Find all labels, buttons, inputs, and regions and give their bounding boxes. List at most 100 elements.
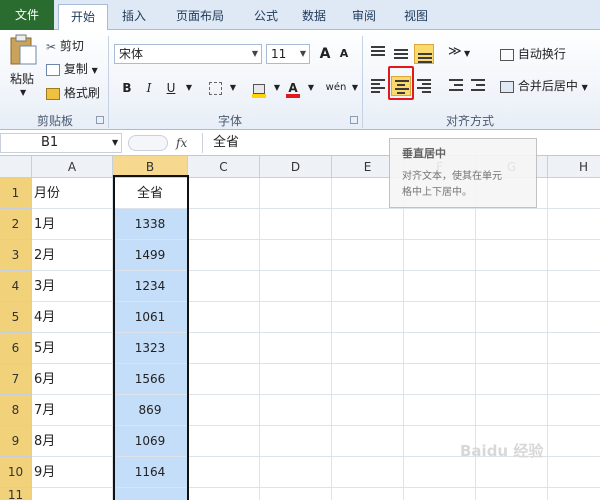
empty-cell[interactable] (476, 240, 548, 271)
name-box[interactable]: B1 (0, 133, 122, 153)
cell-b[interactable]: 1234 (113, 271, 188, 302)
empty-cell[interactable] (188, 240, 260, 271)
cell-b[interactable]: 1061 (113, 302, 188, 333)
empty-cell[interactable] (260, 209, 332, 240)
cell-b[interactable]: 全省 (113, 178, 188, 209)
underline-dropdown[interactable]: ▼ (180, 78, 198, 98)
empty-cell[interactable] (188, 333, 260, 364)
empty-cell[interactable] (548, 271, 600, 302)
cell-a[interactable]: 6月 (32, 364, 113, 395)
formula-bar-toggle-icon[interactable] (128, 135, 168, 151)
cell-a[interactable]: 2月 (32, 240, 113, 271)
row-header[interactable]: 9 (0, 426, 32, 457)
row-header[interactable]: 6 (0, 333, 32, 364)
empty-cell[interactable] (260, 178, 332, 209)
orientation-button[interactable]: ≫ (446, 44, 466, 64)
column-header-d[interactable]: D (260, 156, 332, 178)
cut-button[interactable]: ✂ 剪切 (46, 36, 84, 56)
italic-button[interactable]: I (140, 78, 158, 98)
cell-a[interactable]: 4月 (32, 302, 113, 333)
cell-a[interactable] (32, 488, 113, 500)
column-header-h[interactable]: H (548, 156, 600, 178)
empty-cell[interactable] (188, 209, 260, 240)
empty-cell[interactable] (548, 426, 600, 457)
align-bottom-button[interactable] (414, 44, 434, 64)
cell-b[interactable]: 1499 (113, 240, 188, 271)
empty-cell[interactable] (476, 333, 548, 364)
empty-cell[interactable] (548, 333, 600, 364)
row-header[interactable]: 1 (0, 178, 32, 209)
tab-view[interactable]: 视图 (392, 4, 440, 30)
empty-cell[interactable] (260, 488, 332, 500)
empty-cell[interactable] (476, 209, 548, 240)
shrink-font-button[interactable]: A (335, 44, 353, 64)
empty-cell[interactable] (476, 271, 548, 302)
tab-home[interactable]: 开始 (58, 4, 108, 30)
empty-cell[interactable] (188, 426, 260, 457)
borders-button[interactable] (206, 78, 224, 98)
select-all-corner[interactable] (0, 156, 32, 178)
empty-cell[interactable] (404, 271, 476, 302)
empty-cell[interactable] (188, 364, 260, 395)
empty-cell[interactable] (260, 426, 332, 457)
empty-cell[interactable] (188, 488, 260, 500)
cell-a[interactable]: 5月 (32, 333, 113, 364)
empty-cell[interactable] (260, 240, 332, 271)
cell-a[interactable]: 7月 (32, 395, 113, 426)
insert-function-button[interactable]: fx (176, 133, 200, 153)
phonetic-button[interactable]: wén (324, 78, 348, 98)
font-launcher-icon[interactable] (350, 116, 358, 124)
empty-cell[interactable] (332, 488, 404, 500)
cell-b[interactable]: 1566 (113, 364, 188, 395)
empty-cell[interactable] (332, 395, 404, 426)
format-painter-button[interactable]: 格式刷 (46, 83, 100, 103)
empty-cell[interactable] (476, 395, 548, 426)
empty-cell[interactable] (260, 395, 332, 426)
increase-indent-button[interactable] (468, 76, 488, 96)
align-right-button[interactable] (414, 76, 434, 96)
empty-cell[interactable] (548, 364, 600, 395)
row-header[interactable]: 7 (0, 364, 32, 395)
empty-cell[interactable] (476, 488, 548, 500)
column-header-c[interactable]: C (188, 156, 260, 178)
empty-cell[interactable] (188, 271, 260, 302)
row-header[interactable]: 10 (0, 457, 32, 488)
empty-cell[interactable] (188, 178, 260, 209)
cell-b[interactable]: 1069 (113, 426, 188, 457)
clipboard-launcher-icon[interactable] (96, 116, 104, 124)
empty-cell[interactable] (548, 457, 600, 488)
font-size-select[interactable]: 11 ▼ (266, 44, 310, 64)
tab-file[interactable]: 文件 (0, 0, 54, 30)
merge-center-button[interactable]: 合并后居中 ▼ (500, 76, 588, 96)
empty-cell[interactable] (260, 457, 332, 488)
column-header-a[interactable]: A (32, 156, 113, 178)
empty-cell[interactable] (404, 240, 476, 271)
font-family-select[interactable]: 宋体 ▼ (114, 44, 262, 64)
empty-cell[interactable] (548, 488, 600, 500)
decrease-indent-button[interactable] (446, 76, 466, 96)
chevron-down-icon[interactable]: ▼ (112, 138, 118, 147)
cell-a[interactable]: 8月 (32, 426, 113, 457)
empty-cell[interactable] (188, 395, 260, 426)
empty-cell[interactable] (332, 271, 404, 302)
empty-cell[interactable] (332, 302, 404, 333)
empty-cell[interactable] (332, 333, 404, 364)
empty-cell[interactable] (188, 457, 260, 488)
align-left-button[interactable] (368, 76, 388, 96)
underline-button[interactable]: U (162, 78, 180, 98)
cell-b[interactable]: 1338 (113, 209, 188, 240)
empty-cell[interactable] (548, 302, 600, 333)
row-header[interactable]: 5 (0, 302, 32, 333)
row-header[interactable]: 3 (0, 240, 32, 271)
column-header-b[interactable]: B (113, 156, 188, 178)
paste-button[interactable]: 粘贴 ▼ (6, 34, 40, 104)
row-header[interactable]: 4 (0, 271, 32, 302)
borders-dropdown[interactable]: ▼ (224, 78, 242, 98)
tab-insert[interactable]: 插入 (112, 4, 156, 30)
empty-cell[interactable] (548, 209, 600, 240)
empty-cell[interactable] (404, 209, 476, 240)
tab-review[interactable]: 审阅 (340, 4, 388, 30)
empty-cell[interactable] (548, 395, 600, 426)
empty-cell[interactable] (404, 395, 476, 426)
empty-cell[interactable] (332, 209, 404, 240)
